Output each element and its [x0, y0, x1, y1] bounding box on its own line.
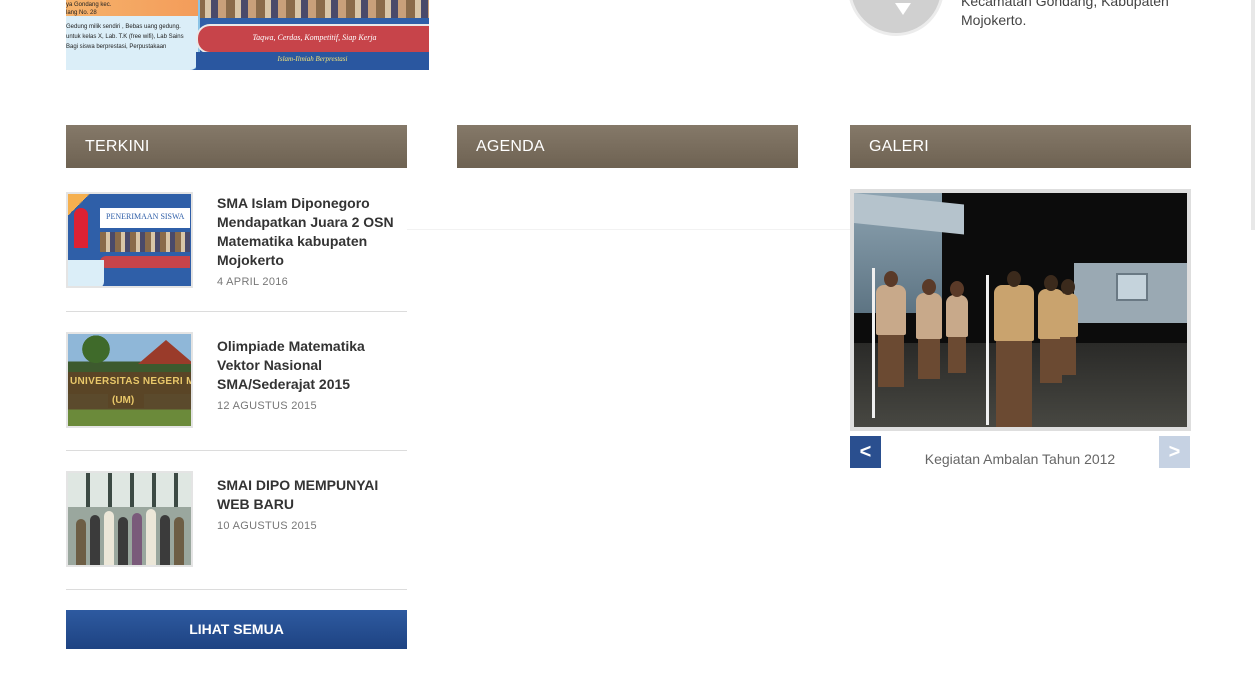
thumb-sign-text-2: (UM): [112, 395, 135, 406]
banner-info-line: untuk kelas X, Lab. T.K (free wifi), Lab…: [66, 34, 184, 40]
news-date: 12 AGUSTUS 2015: [217, 400, 317, 412]
banner-info-line: Bagi siswa berprestasi, Perpustakaan: [66, 44, 167, 50]
divider: [407, 229, 850, 230]
news-separator: [66, 450, 407, 451]
see-all-button[interactable]: LIHAT SEMUA: [66, 610, 407, 649]
banner-photo-strip: [196, 0, 429, 18]
news-thumbnail[interactable]: [66, 471, 193, 567]
contact-address: Kecamatan Gondang, Kabupaten Mojokerto.: [961, 0, 1169, 28]
news-title-link[interactable]: SMAI DIPO MEMPUNYAI WEB BARU: [217, 476, 407, 514]
news-date: 10 AGUSTUS 2015: [217, 520, 317, 532]
news-separator: [66, 589, 407, 590]
page-scrollbar[interactable]: [1251, 0, 1255, 230]
thumb-banner-text: PENERIMAAN SISWA: [106, 212, 185, 221]
section-header-galeri: GALERI: [850, 125, 1191, 168]
school-banner-image: ya Gondang kec. lang No. 28 Gedung milik…: [66, 0, 429, 70]
gallery-next-button[interactable]: >: [1159, 436, 1190, 468]
news-thumbnail[interactable]: PENERIMAAN SISWA: [66, 192, 193, 288]
news-title-link[interactable]: Olimpiade Matematika Vektor Nasional SMA…: [217, 337, 407, 394]
news-title-link[interactable]: SMA Islam Diponegoro Mendapatkan Juara 2…: [217, 194, 407, 270]
banner-info-line: ya Gondang kec.: [66, 2, 112, 8]
news-thumbnail[interactable]: UNIVERSITAS NEGERI MALANG (UM): [66, 332, 193, 428]
gallery-prev-button[interactable]: <: [850, 436, 881, 468]
news-date: 4 APRIL 2016: [217, 276, 289, 288]
location-icon: [848, 0, 944, 36]
banner-info-line: Gedung milik sendiri , Bebas uang gedung…: [66, 24, 181, 30]
gallery-caption: Kegiatan Ambalan Tahun 2012: [924, 451, 1116, 467]
section-header-agenda: AGENDA: [457, 125, 798, 168]
news-separator: [66, 311, 407, 312]
banner-ribbon-text: Taqwa, Cerdas, Kompetitif, Siap Kerja: [252, 33, 377, 42]
banner-ribbon: Taqwa, Cerdas, Kompetitif, Siap Kerja: [196, 24, 429, 54]
banner-subtitle: Islam-Ilmiah Berprestasi: [196, 52, 429, 70]
banner-info-line: lang No. 28: [66, 10, 97, 16]
news-item[interactable]: SMAI DIPO MEMPUNYAI WEB BARU 10 AGUSTUS …: [66, 471, 407, 571]
thumb-sign-text: UNIVERSITAS NEGERI MALANG: [70, 376, 191, 387]
news-item[interactable]: PENERIMAAN SISWA SMA Islam Diponegoro Me…: [66, 192, 407, 292]
banner-info-panel: ya Gondang kec. lang No. 28 Gedung milik…: [66, 0, 200, 70]
news-item[interactable]: UNIVERSITAS NEGERI MALANG (UM) Olimpiade…: [66, 332, 407, 432]
banner-subtitle-text: Islam-Ilmiah Berprestasi: [277, 55, 348, 63]
gallery-image[interactable]: [850, 189, 1191, 431]
section-header-terkini: TERKINI: [66, 125, 407, 168]
